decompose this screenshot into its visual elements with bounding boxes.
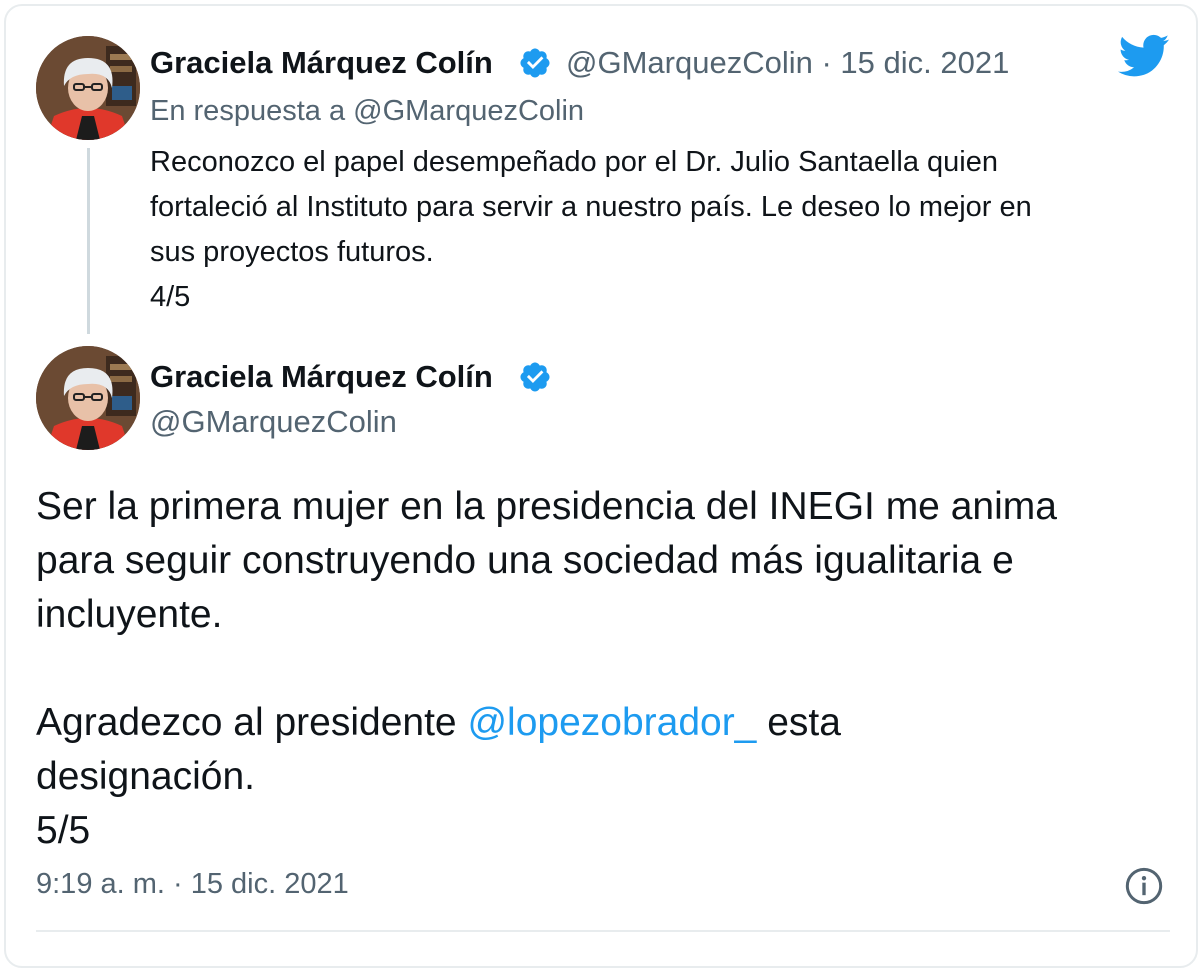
- paragraph-spacer: [36, 642, 1176, 696]
- main-text-line: Agradezco al presidente @lopezobrador_ e…: [36, 696, 1176, 750]
- reply-handle-text[interactable]: @GMarquezColin: [566, 45, 813, 80]
- reply-date[interactable]: 15 dic. 2021: [840, 45, 1009, 80]
- reply-text-line: fortaleció al Instituto para servir a nu…: [150, 191, 1032, 223]
- verified-badge-icon: [520, 48, 550, 78]
- divider: [36, 930, 1170, 932]
- thread-connector-line: [87, 148, 90, 334]
- mention-link[interactable]: @lopezobrador_: [467, 701, 756, 744]
- avatar[interactable]: [36, 36, 140, 140]
- avatar-image: [36, 346, 140, 450]
- thanks-text-end: esta: [756, 701, 841, 744]
- info-icon[interactable]: [1124, 866, 1164, 906]
- reply-author-name[interactable]: Graciela Márquez Colín: [150, 45, 493, 81]
- main-text-line: para seguir construyendo una sociedad má…: [36, 539, 1014, 582]
- main-author-name[interactable]: Graciela Márquez Colín: [150, 359, 493, 395]
- tweet-timestamp[interactable]: 9:19 a. m. · 15 dic. 2021: [36, 868, 349, 901]
- twitter-bird-icon: [1118, 34, 1170, 77]
- reply-author-handle[interactable]: @GMarquezColin · 15 dic. 2021: [566, 45, 1009, 81]
- reply-text-line: sus proyectos futuros.: [150, 236, 434, 268]
- separator-dot: ·: [821, 45, 832, 80]
- in-reply-to-label[interactable]: En respuesta a @GMarquezColin: [150, 95, 584, 128]
- reply-thread-counter: 4/5: [150, 281, 191, 313]
- main-text-line: incluyente.: [36, 593, 223, 636]
- verified-badge-icon: [520, 362, 550, 392]
- main-tweet-text: Ser la primera mujer en la presidencia d…: [36, 480, 1176, 858]
- avatar[interactable]: [36, 346, 140, 450]
- main-author-handle[interactable]: @GMarquezColin: [150, 404, 397, 440]
- main-text-line: Ser la primera mujer en la presidencia d…: [36, 485, 1057, 528]
- reply-tweet-text: Reconozco el papel desempeñado por el Dr…: [150, 140, 1170, 320]
- thanks-text: Agradezco al presidente: [36, 701, 468, 744]
- reply-text-line: Reconozco el papel desempeñado por el Dr…: [150, 146, 999, 178]
- main-text-line: designación.: [36, 755, 255, 798]
- avatar-image: [36, 36, 140, 140]
- main-thread-counter: 5/5: [36, 809, 91, 852]
